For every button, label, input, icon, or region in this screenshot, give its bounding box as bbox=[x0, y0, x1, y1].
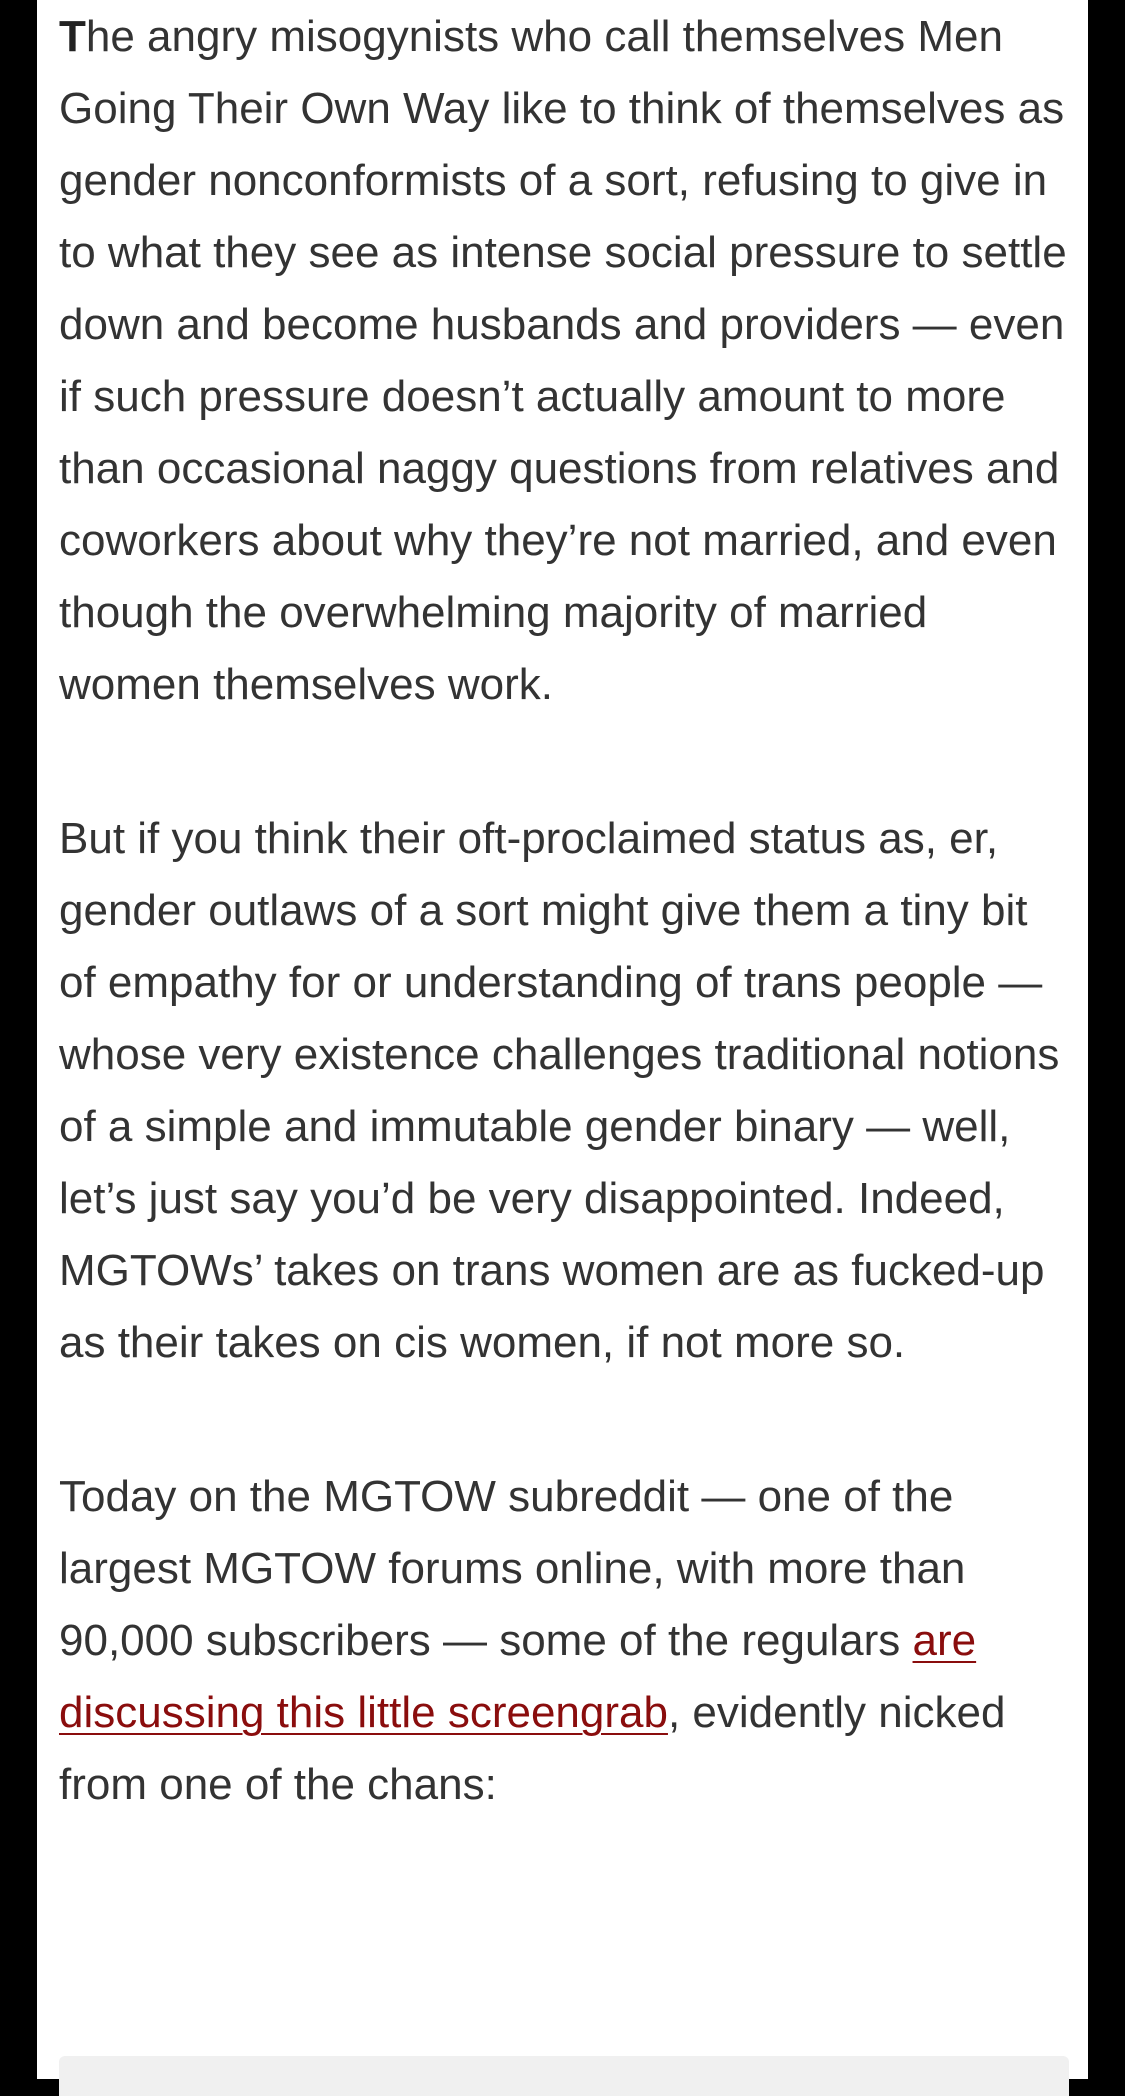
dropcap-letter: T bbox=[59, 12, 86, 61]
article-body: The angry misogynists who call themselve… bbox=[59, 0, 1069, 1903]
paragraph-trans: But if you think their oft-proclaimed st… bbox=[59, 814, 1060, 1367]
paragraph-intro: The angry misogynists who call themselve… bbox=[59, 0, 1069, 721]
page: The angry misogynists who call themselve… bbox=[0, 0, 1125, 2096]
article-column: The angry misogynists who call themselve… bbox=[37, 0, 1088, 2096]
embedded-screengrab bbox=[59, 2056, 1069, 2096]
paragraph-subreddit-text-before: Today on the MGTOW subreddit — one of th… bbox=[59, 1472, 966, 1665]
paragraph-intro-text: he angry misogynists who call themselves… bbox=[59, 12, 1067, 709]
paragraph-subreddit: Today on the MGTOW subreddit — one of th… bbox=[59, 1461, 1069, 1821]
